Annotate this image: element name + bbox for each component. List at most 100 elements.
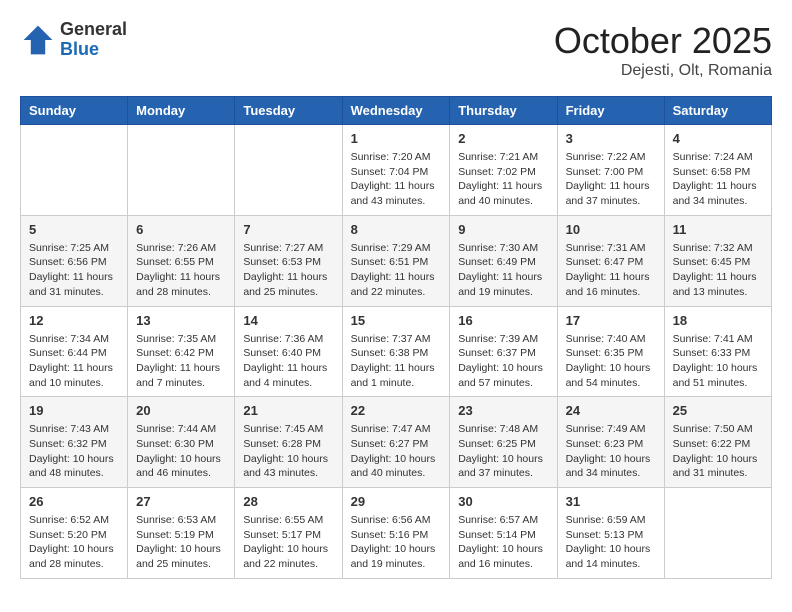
calendar-cell: 10 Sunrise: 7:31 AMSunset: 6:47 PMDayligh…: [557, 215, 664, 306]
day-number: 1: [351, 131, 442, 146]
day-number: 20: [136, 403, 226, 418]
calendar-cell: 1 Sunrise: 7:20 AMSunset: 7:04 PMDaylight…: [342, 125, 450, 216]
calendar-header-row: SundayMondayTuesdayWednesdayThursdayFrid…: [21, 97, 772, 125]
calendar-cell: 28 Sunrise: 6:55 AMSunset: 5:17 PMDayligh…: [235, 488, 342, 579]
calendar-week-row: 5 Sunrise: 7:25 AMSunset: 6:56 PMDaylight…: [21, 215, 772, 306]
day-number: 24: [566, 403, 656, 418]
calendar-cell: 23Sunrise: 7:48 AMSunset: 6:25 PMDayligh…: [450, 397, 557, 488]
calendar-cell: 20Sunrise: 7:44 AMSunset: 6:30 PMDayligh…: [128, 397, 235, 488]
calendar-cell: 21Sunrise: 7:45 AMSunset: 6:28 PMDayligh…: [235, 397, 342, 488]
calendar-cell: 8Sunrise: 7:29 AMSunset: 6:51 PMDaylight…: [342, 215, 450, 306]
day-number: 29: [351, 494, 442, 509]
calendar-week-row: 12 Sunrise: 7:34 AMSunset: 6:44 PMDayligh…: [21, 306, 772, 397]
calendar-cell: 4Sunrise: 7:24 AMSunset: 6:58 PMDaylight…: [664, 125, 771, 216]
logo-icon: [20, 22, 56, 58]
day-number: 28: [243, 494, 333, 509]
calendar-cell: 11 Sunrise: 7:32 AMSunset: 6:45 PMDayligh…: [664, 215, 771, 306]
calendar-cell: 6 Sunrise: 7:26 AMSunset: 6:55 PMDaylight…: [128, 215, 235, 306]
day-info: Sunrise: 7:36 AMSunset: 6:40 PMDaylight:…: [243, 332, 333, 391]
column-header-monday: Monday: [128, 97, 235, 125]
day-info: Sunrise: 7:34 AMSunset: 6:44 PMDaylight:…: [29, 332, 119, 391]
calendar-cell: 18Sunrise: 7:41 AMSunset: 6:33 PMDayligh…: [664, 306, 771, 397]
day-info: Sunrise: 7:35 AMSunset: 6:42 PMDaylight:…: [136, 332, 226, 391]
calendar-cell: 5 Sunrise: 7:25 AMSunset: 6:56 PMDaylight…: [21, 215, 128, 306]
day-info: Sunrise: 6:52 AMSunset: 5:20 PMDaylight:…: [29, 513, 119, 572]
calendar-cell: 25Sunrise: 7:50 AMSunset: 6:22 PMDayligh…: [664, 397, 771, 488]
calendar-cell: 15 Sunrise: 7:37 AMSunset: 6:38 PMDayligh…: [342, 306, 450, 397]
calendar-cell: 24 Sunrise: 7:49 AMSunset: 6:23 PMDayligh…: [557, 397, 664, 488]
calendar-cell: 7 Sunrise: 7:27 AMSunset: 6:53 PMDaylight…: [235, 215, 342, 306]
day-info: Sunrise: 6:55 AMSunset: 5:17 PMDaylight:…: [243, 513, 333, 572]
day-info: Sunrise: 7:26 AMSunset: 6:55 PMDaylight:…: [136, 241, 226, 300]
calendar-cell: 27 Sunrise: 6:53 AMSunset: 5:19 PMDayligh…: [128, 488, 235, 579]
day-info: Sunrise: 7:49 AMSunset: 6:23 PMDaylight:…: [566, 422, 656, 481]
calendar-cell: 31 Sunrise: 6:59 AMSunset: 5:13 PMDayligh…: [557, 488, 664, 579]
day-info: Sunrise: 6:53 AMSunset: 5:19 PMDaylight:…: [136, 513, 226, 572]
column-header-sunday: Sunday: [21, 97, 128, 125]
day-number: 18: [673, 313, 763, 328]
day-info: Sunrise: 7:27 AMSunset: 6:53 PMDaylight:…: [243, 241, 333, 300]
page-header: General Blue October 2025 Dejesti, Olt, …: [20, 20, 772, 80]
day-info: Sunrise: 7:30 AMSunset: 6:49 PMDaylight:…: [458, 241, 548, 300]
day-info: Sunrise: 7:47 AMSunset: 6:27 PMDaylight:…: [351, 422, 442, 481]
day-info: Sunrise: 7:40 AMSunset: 6:35 PMDaylight:…: [566, 332, 656, 391]
day-number: 17: [566, 313, 656, 328]
day-info: Sunrise: 7:50 AMSunset: 6:22 PMDaylight:…: [673, 422, 763, 481]
day-info: Sunrise: 7:29 AMSunset: 6:51 PMDaylight:…: [351, 241, 442, 300]
day-info: Sunrise: 6:56 AMSunset: 5:16 PMDaylight:…: [351, 513, 442, 572]
day-info: Sunrise: 6:57 AMSunset: 5:14 PMDaylight:…: [458, 513, 548, 572]
day-number: 15: [351, 313, 442, 328]
calendar-cell: 2 Sunrise: 7:21 AMSunset: 7:02 PMDaylight…: [450, 125, 557, 216]
column-header-tuesday: Tuesday: [235, 97, 342, 125]
day-number: 7: [243, 222, 333, 237]
calendar-table: SundayMondayTuesdayWednesdayThursdayFrid…: [20, 96, 772, 579]
calendar-cell: 29 Sunrise: 6:56 AMSunset: 5:16 PMDayligh…: [342, 488, 450, 579]
day-number: 12: [29, 313, 119, 328]
day-number: 27: [136, 494, 226, 509]
day-info: Sunrise: 7:24 AMSunset: 6:58 PMDaylight:…: [673, 150, 763, 209]
day-info: Sunrise: 7:22 AMSunset: 7:00 PMDaylight:…: [566, 150, 656, 209]
day-number: 30: [458, 494, 548, 509]
logo-text: General Blue: [60, 20, 127, 60]
day-number: 9: [458, 222, 548, 237]
logo-general-text: General: [60, 20, 127, 40]
day-number: 3: [566, 131, 656, 146]
day-number: 14: [243, 313, 333, 328]
day-info: Sunrise: 6:59 AMSunset: 5:13 PMDaylight:…: [566, 513, 656, 572]
calendar-cell: 13Sunrise: 7:35 AMSunset: 6:42 PMDayligh…: [128, 306, 235, 397]
day-number: 19: [29, 403, 119, 418]
calendar-cell: [235, 125, 342, 216]
day-number: 31: [566, 494, 656, 509]
title-block: October 2025 Dejesti, Olt, Romania: [554, 20, 772, 80]
day-info: Sunrise: 7:43 AMSunset: 6:32 PMDaylight:…: [29, 422, 119, 481]
column-header-friday: Friday: [557, 97, 664, 125]
column-header-thursday: Thursday: [450, 97, 557, 125]
day-number: 6: [136, 222, 226, 237]
month-title: October 2025: [554, 20, 772, 62]
calendar-cell: 22Sunrise: 7:47 AMSunset: 6:27 PMDayligh…: [342, 397, 450, 488]
day-info: Sunrise: 7:48 AMSunset: 6:25 PMDaylight:…: [458, 422, 548, 481]
day-number: 11: [673, 222, 763, 237]
calendar-week-row: 19 Sunrise: 7:43 AMSunset: 6:32 PMDayligh…: [21, 397, 772, 488]
calendar-cell: 17 Sunrise: 7:40 AMSunset: 6:35 PMDayligh…: [557, 306, 664, 397]
day-number: 26: [29, 494, 119, 509]
day-info: Sunrise: 7:39 AMSunset: 6:37 PMDaylight:…: [458, 332, 548, 391]
calendar-cell: 14 Sunrise: 7:36 AMSunset: 6:40 PMDayligh…: [235, 306, 342, 397]
calendar-cell: 26 Sunrise: 6:52 AMSunset: 5:20 PMDayligh…: [21, 488, 128, 579]
day-info: Sunrise: 7:25 AMSunset: 6:56 PMDaylight:…: [29, 241, 119, 300]
day-info: Sunrise: 7:31 AMSunset: 6:47 PMDaylight:…: [566, 241, 656, 300]
column-header-saturday: Saturday: [664, 97, 771, 125]
calendar-cell: [664, 488, 771, 579]
day-number: 2: [458, 131, 548, 146]
calendar-cell: [21, 125, 128, 216]
day-number: 10: [566, 222, 656, 237]
column-header-wednesday: Wednesday: [342, 97, 450, 125]
day-info: Sunrise: 7:45 AMSunset: 6:28 PMDaylight:…: [243, 422, 333, 481]
day-number: 5: [29, 222, 119, 237]
day-info: Sunrise: 7:37 AMSunset: 6:38 PMDaylight:…: [351, 332, 442, 391]
day-info: Sunrise: 7:21 AMSunset: 7:02 PMDaylight:…: [458, 150, 548, 209]
day-info: Sunrise: 7:20 AMSunset: 7:04 PMDaylight:…: [351, 150, 442, 209]
day-info: Sunrise: 7:32 AMSunset: 6:45 PMDaylight:…: [673, 241, 763, 300]
calendar-cell: 3 Sunrise: 7:22 AMSunset: 7:00 PMDaylight…: [557, 125, 664, 216]
logo-blue-text: Blue: [60, 40, 127, 60]
